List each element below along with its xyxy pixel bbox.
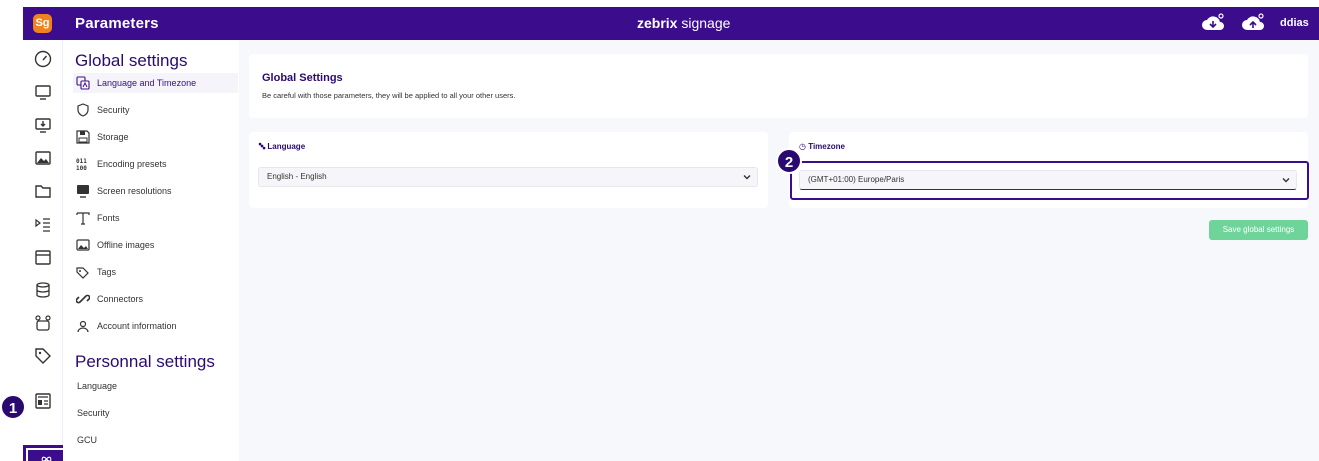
personal-item-security[interactable]: Security bbox=[77, 408, 110, 418]
language-label-text: Language bbox=[267, 142, 306, 151]
dashboard-icon[interactable] bbox=[34, 50, 52, 68]
menu-item-label: Offline images bbox=[97, 240, 155, 250]
chevron-down-icon bbox=[743, 175, 751, 180]
menu-item-label: Tags bbox=[97, 267, 117, 277]
timezone-label: ◷ Timezone bbox=[799, 142, 845, 151]
menu-item-account-information[interactable]: Account information bbox=[73, 316, 238, 336]
cloud-download-icon[interactable] bbox=[1201, 13, 1225, 33]
menu-item-label: Fonts bbox=[97, 213, 120, 223]
personal-item-language[interactable]: Language bbox=[77, 381, 117, 391]
news-icon[interactable] bbox=[34, 392, 52, 410]
settings-icon bbox=[41, 456, 52, 461]
image-icon bbox=[76, 238, 90, 252]
menu-item-label: Connectors bbox=[97, 294, 144, 304]
playlist-icon[interactable] bbox=[34, 215, 52, 233]
menu-item-language-timezone[interactable]: Language and Timezone bbox=[73, 73, 238, 93]
shield-icon bbox=[76, 103, 90, 117]
widgets-icon[interactable] bbox=[34, 314, 52, 332]
database-icon[interactable] bbox=[34, 281, 52, 299]
brand-rest: signage bbox=[677, 15, 731, 31]
tags-icon bbox=[76, 265, 90, 279]
brand-name: zebrix signage bbox=[637, 15, 730, 31]
menu-item-label: Language and Timezone bbox=[97, 78, 197, 88]
menu-item-screen-resolutions[interactable]: Screen resolutions bbox=[73, 181, 238, 201]
menu-item-label: Screen resolutions bbox=[97, 186, 172, 196]
menu-item-offline-images[interactable]: Offline images bbox=[73, 235, 238, 255]
folder-icon[interactable] bbox=[34, 182, 52, 200]
clock-icon: ◷ bbox=[799, 142, 806, 151]
account-icon bbox=[76, 319, 90, 333]
link-icon bbox=[76, 292, 90, 306]
language-card: 🔤︎ Language English - English bbox=[249, 132, 768, 208]
step-badge-1: 1 bbox=[0, 394, 26, 420]
card-title: Global Settings bbox=[262, 72, 343, 84]
media-icon[interactable] bbox=[34, 149, 52, 167]
step-badge-2: 2 bbox=[776, 148, 802, 174]
user-name[interactable]: ddias bbox=[1280, 17, 1309, 29]
translate-icon: 🔤︎ bbox=[259, 142, 266, 151]
monitor-icon bbox=[76, 184, 90, 198]
personal-settings-heading: Personnal settings bbox=[75, 352, 215, 371]
settings-menu: Global settings Language and Timezone Se… bbox=[63, 40, 239, 461]
menu-item-label: Security bbox=[97, 105, 130, 115]
page-title: Parameters bbox=[75, 15, 159, 32]
menu-item-label: Encoding presets bbox=[97, 159, 167, 169]
screen-icon[interactable] bbox=[34, 83, 52, 101]
menu-item-label: Account information bbox=[97, 321, 177, 331]
binary-icon: 011 100 bbox=[76, 157, 90, 171]
card-subtitle: Be careful with those parameters, they w… bbox=[262, 91, 516, 100]
global-settings-heading: Global settings bbox=[75, 51, 188, 70]
app-frame: Sg Parameters zebrix signage ddias Globa… bbox=[23, 7, 1319, 461]
icon-rail bbox=[23, 40, 69, 461]
personal-item-gcu[interactable]: GCU bbox=[77, 435, 97, 445]
menu-item-label: Storage bbox=[97, 132, 129, 142]
svg-text:100: 100 bbox=[76, 165, 87, 171]
cloud-upload-icon[interactable] bbox=[1241, 13, 1265, 33]
timezone-highlight bbox=[790, 161, 1309, 200]
menu-item-security[interactable]: Security bbox=[73, 100, 238, 120]
language-select[interactable]: English - English bbox=[258, 167, 758, 187]
font-icon bbox=[76, 211, 90, 225]
language-label: 🔤︎ Language bbox=[259, 142, 305, 152]
svg-text:011: 011 bbox=[76, 158, 87, 165]
translate-icon bbox=[76, 76, 90, 90]
menu-item-encoding-presets[interactable]: 011 100 Encoding presets bbox=[73, 154, 238, 174]
screen-download-icon[interactable] bbox=[34, 116, 52, 134]
brand-bold: zebrix bbox=[637, 15, 678, 31]
tag-icon[interactable] bbox=[34, 347, 52, 365]
save-global-settings-button[interactable]: Save global settings bbox=[1209, 220, 1308, 240]
app-logo[interactable]: Sg bbox=[33, 14, 52, 33]
menu-item-storage[interactable]: Storage bbox=[73, 127, 238, 147]
menu-item-tags[interactable]: Tags bbox=[73, 262, 238, 282]
floppy-icon bbox=[76, 130, 90, 144]
menu-item-fonts[interactable]: Fonts bbox=[73, 208, 238, 228]
top-bar: Sg Parameters zebrix signage ddias bbox=[23, 7, 1319, 40]
language-select-value: English - English bbox=[267, 172, 327, 181]
global-settings-card: Global Settings Be careful with those pa… bbox=[249, 54, 1308, 118]
timezone-label-text: Timezone bbox=[808, 142, 845, 151]
menu-item-connectors[interactable]: Connectors bbox=[73, 289, 238, 309]
calendar-icon[interactable] bbox=[34, 248, 52, 266]
